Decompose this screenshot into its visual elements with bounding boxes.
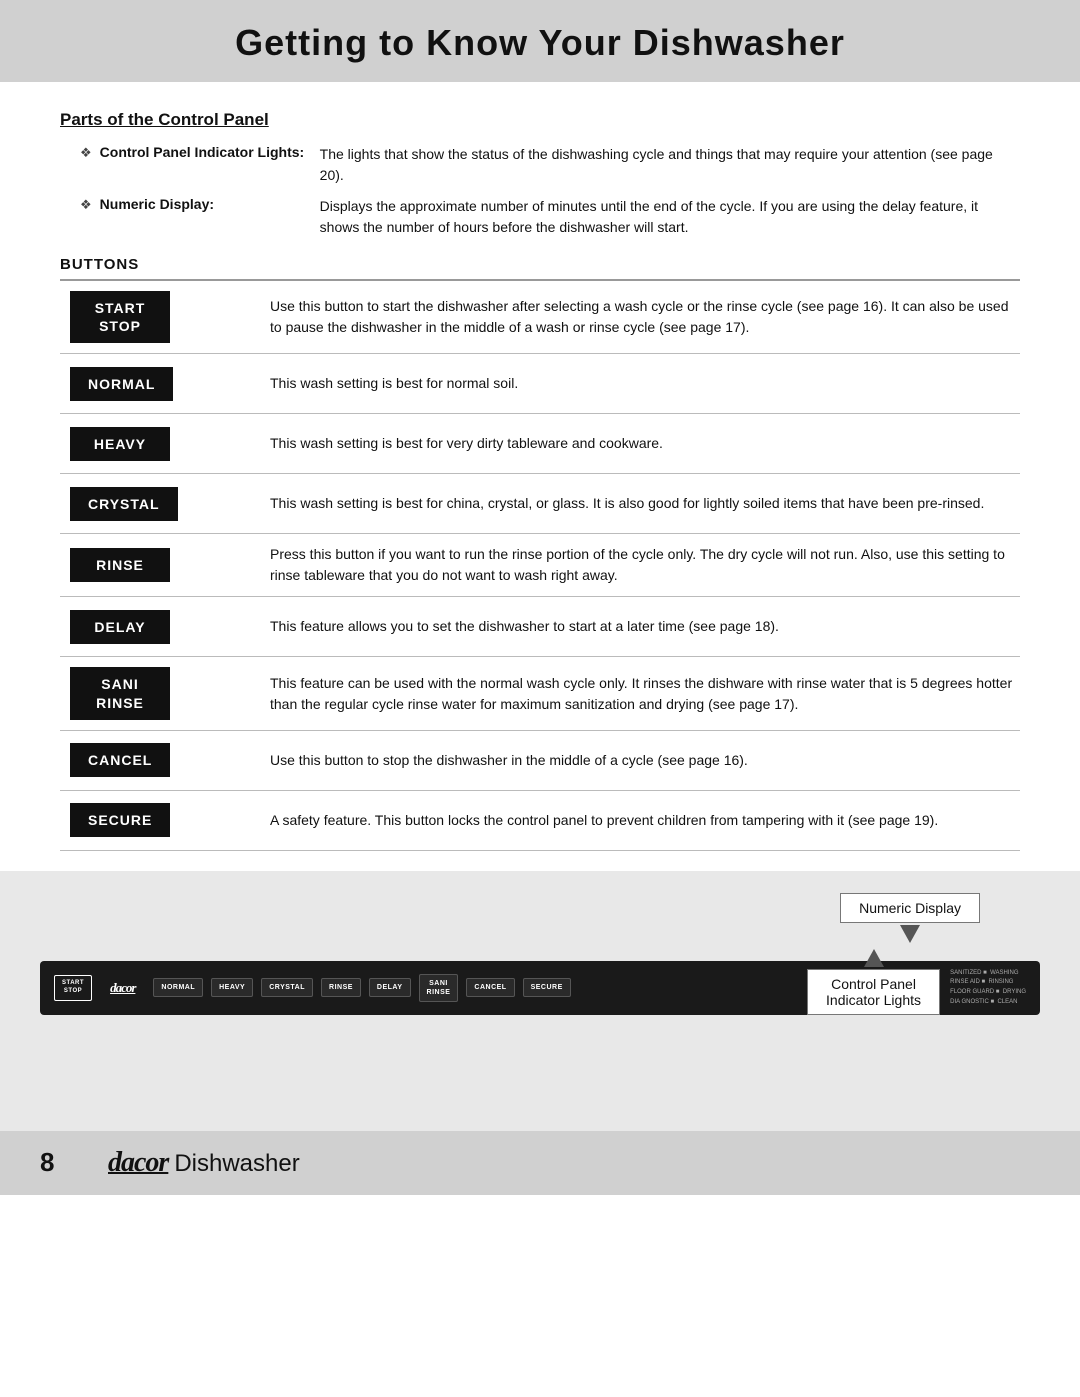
cp-btn-rinse: RINSE: [321, 978, 361, 997]
button-label-col-cancel: CANCEL: [60, 743, 240, 777]
section-heading: Parts of the Control Panel: [60, 110, 1020, 130]
numeric-display-callout: Numeric Display: [840, 893, 980, 943]
definition-list: ❖ Control Panel Indicator Lights: The li…: [80, 144, 1020, 238]
button-rows: STARTSTOP Use this button to start the di…: [60, 281, 1020, 851]
button-badge-normal[interactable]: NORMAL: [70, 367, 173, 401]
button-label-col-sani-rinse: SANIRINSE: [60, 667, 240, 719]
cp-btn-heavy: HEAVY: [211, 978, 253, 997]
page-title: Getting to Know Your Dishwasher: [40, 22, 1040, 64]
button-desc-heavy: This wash setting is best for very dirty…: [240, 433, 1020, 454]
button-label-col-secure: SECURE: [60, 803, 240, 837]
button-label-col-start-stop: STARTSTOP: [60, 291, 240, 343]
footer-page-number: 8: [40, 1147, 80, 1178]
button-badge-delay[interactable]: DELAY: [70, 610, 170, 644]
cp-logo: dacor: [110, 980, 135, 996]
main-content: Parts of the Control Panel ❖ Control Pan…: [0, 82, 1080, 871]
definition-item-indicator: ❖ Control Panel Indicator Lights: The li…: [80, 144, 1020, 186]
button-row-start-stop: STARTSTOP Use this button to start the di…: [60, 281, 1020, 354]
diagram-area: Numeric Display STARTSTOP dacor NORMAL H…: [0, 871, 1080, 1131]
button-row-normal: NORMAL This wash setting is best for norm…: [60, 354, 1020, 414]
button-desc-start-stop: Use this button to start the dishwasher …: [240, 296, 1020, 338]
term-numeric: Numeric Display:: [100, 196, 320, 212]
cp-btn-crystal: CRYSTAL: [261, 978, 313, 997]
cp-btn-start-stop: STARTSTOP: [54, 975, 92, 1001]
desc-numeric: Displays the approximate number of minut…: [320, 196, 1020, 238]
button-label-col-crystal: CRYSTAL: [60, 487, 240, 521]
button-badge-start-stop[interactable]: STARTSTOP: [70, 291, 170, 343]
numeric-display-arrow: [900, 925, 920, 943]
cp-indicator-label: Control PanelIndicator Lights: [807, 969, 940, 1015]
cp-btn-cancel: CANCEL: [466, 978, 514, 997]
bullet-indicator: ❖: [80, 145, 92, 161]
button-label-col-rinse: RINSE: [60, 548, 240, 582]
footer-brand-text: dacor: [108, 1147, 168, 1178]
numeric-display-label: Numeric Display: [840, 893, 980, 923]
definition-item-numeric: ❖ Numeric Display: Displays the approxim…: [80, 196, 1020, 238]
page-header: Getting to Know Your Dishwasher: [0, 0, 1080, 82]
button-badge-crystal[interactable]: CRYSTAL: [70, 487, 178, 521]
button-desc-secure: A safety feature. This button locks the …: [240, 810, 1020, 831]
footer-product: Dishwasher: [174, 1150, 299, 1178]
button-row-sani-rinse: SANIRINSE This feature can be used with t…: [60, 657, 1020, 730]
button-desc-delay: This feature allows you to set the dishw…: [240, 616, 1020, 637]
buttons-heading: BUTTONS: [60, 256, 1020, 281]
button-row-delay: DELAY This feature allows you to set the …: [60, 597, 1020, 657]
button-row-secure: SECURE A safety feature. This button lock…: [60, 791, 1020, 851]
cp-indicator-arrow: [864, 949, 884, 967]
button-desc-normal: This wash setting is best for normal soi…: [240, 373, 1020, 394]
button-badge-heavy[interactable]: HEAVY: [70, 427, 170, 461]
button-desc-cancel: Use this button to stop the dishwasher i…: [240, 750, 1020, 771]
button-badge-cancel[interactable]: CANCEL: [70, 743, 170, 777]
desc-indicator: The lights that show the status of the d…: [320, 144, 1020, 186]
cp-btn-delay: DELAY: [369, 978, 411, 997]
button-desc-rinse: Press this button if you want to run the…: [240, 544, 1020, 586]
cp-btn-secure: SECURE: [523, 978, 571, 997]
button-label-col-normal: NORMAL: [60, 367, 240, 401]
button-label-col-heavy: HEAVY: [60, 427, 240, 461]
button-row-cancel: CANCEL Use this button to stop the dishwa…: [60, 731, 1020, 791]
button-label-col-delay: DELAY: [60, 610, 240, 644]
footer-logo-area: dacor Dishwasher: [98, 1147, 300, 1179]
cp-btn-normal: NORMAL: [153, 978, 203, 997]
button-row-rinse: RINSE Press this button if you want to ru…: [60, 534, 1020, 597]
button-row-heavy: HEAVY This wash setting is best for very …: [60, 414, 1020, 474]
term-indicator: Control Panel Indicator Lights:: [100, 144, 320, 160]
button-row-crystal: CRYSTAL This wash setting is best for chi…: [60, 474, 1020, 534]
button-badge-secure[interactable]: SECURE: [70, 803, 170, 837]
button-badge-rinse[interactable]: RINSE: [70, 548, 170, 582]
bullet-numeric: ❖: [80, 197, 92, 213]
cp-btn-sani-rinse: SANIRINSE: [419, 974, 459, 1002]
button-desc-sani-rinse: This feature can be used with the normal…: [240, 673, 1020, 715]
button-badge-sani-rinse[interactable]: SANIRINSE: [70, 667, 170, 719]
page-footer: 8 dacor Dishwasher: [0, 1131, 1080, 1195]
footer-brand: dacor: [108, 1147, 168, 1179]
button-desc-crystal: This wash setting is best for china, cry…: [240, 493, 1020, 514]
cp-indicators: SANITIZED ■ WASHING RINSE AID ■ RINSING …: [950, 969, 1026, 1007]
